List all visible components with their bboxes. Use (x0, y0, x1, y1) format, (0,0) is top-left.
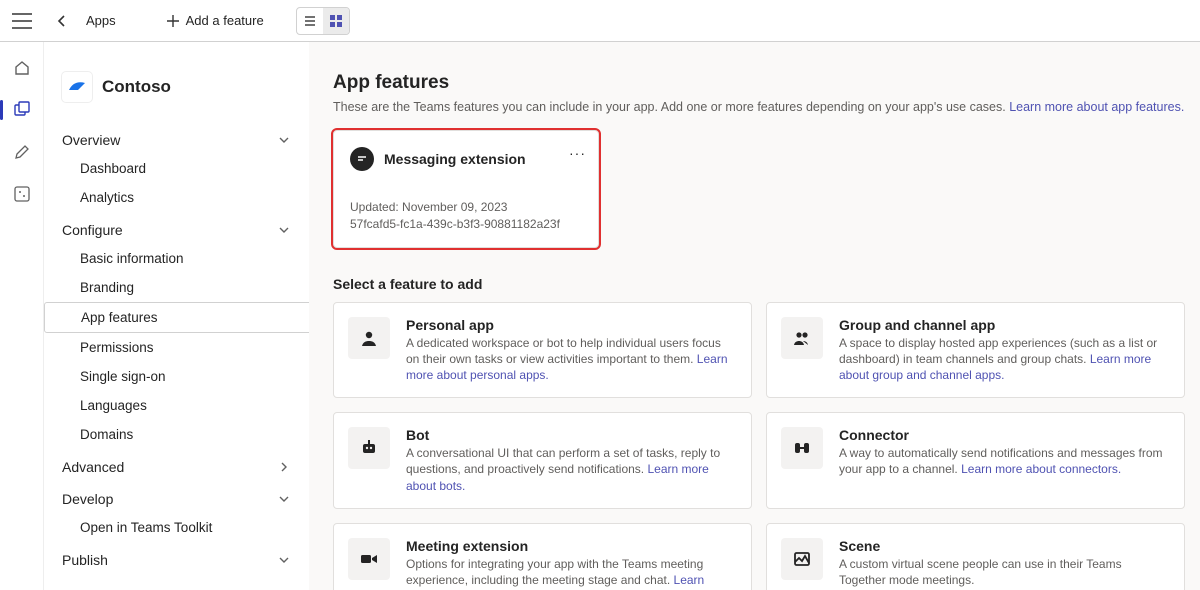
sidebar-item-permissions[interactable]: Permissions (44, 333, 309, 362)
home-icon (13, 59, 31, 77)
existing-feature-card[interactable]: Messaging extension ··· Updated: Novembe… (333, 130, 599, 248)
org-name: Contoso (102, 77, 171, 97)
breadcrumb-apps[interactable]: Apps (80, 13, 122, 28)
feature-title: Scene (839, 538, 1166, 554)
section-configure-label: Configure (62, 222, 123, 238)
chevron-down-icon (277, 133, 291, 147)
rail-edit[interactable] (10, 140, 34, 164)
sidebar-item-open-in-toolkit[interactable]: Open in Teams Toolkit (44, 513, 309, 542)
feature-title: Bot (406, 427, 733, 443)
grid-icon (329, 14, 343, 28)
learn-more-connectors-link[interactable]: Learn more about connectors. (961, 462, 1121, 476)
rail-home[interactable] (10, 56, 34, 80)
section-overview-label: Overview (62, 132, 120, 148)
feature-scene[interactable]: Scene A custom virtual scene people can … (766, 523, 1185, 590)
section-advanced-label: Advanced (62, 459, 124, 475)
chevron-down-icon (277, 492, 291, 506)
page-subtitle: These are the Teams features you can inc… (333, 100, 1185, 114)
top-bar: Apps Add a feature (0, 0, 1200, 42)
section-publish[interactable]: Publish (44, 542, 309, 574)
add-feature-label: Add a feature (186, 13, 264, 28)
feature-desc: A custom virtual scene people can use in… (839, 557, 1122, 587)
tools-icon (13, 185, 31, 203)
section-configure[interactable]: Configure (44, 212, 309, 244)
section-develop-label: Develop (62, 491, 113, 507)
sidebar-item-languages[interactable]: Languages (44, 391, 309, 420)
sidebar-item-branding[interactable]: Branding (44, 273, 309, 302)
sidebar-item-app-features[interactable]: App features (44, 302, 309, 333)
page-subtitle-text: These are the Teams features you can inc… (333, 100, 1009, 114)
sidebar: Contoso Overview Dashboard Analytics Con… (44, 42, 309, 590)
chevron-right-icon (277, 460, 291, 474)
feature-bot[interactable]: Bot A conversational UI that can perform… (333, 412, 752, 509)
more-button[interactable]: ··· (569, 145, 586, 161)
feature-title: Meeting extension (406, 538, 733, 554)
feature-grid: Personal app A dedicated workspace or bo… (333, 302, 1185, 590)
feature-title: Connector (839, 427, 1166, 443)
feature-meeting-extension[interactable]: Meeting extension Options for integratin… (333, 523, 752, 590)
chevron-down-icon (277, 553, 291, 567)
sidebar-item-basic-information[interactable]: Basic information (44, 244, 309, 273)
feature-title: Personal app (406, 317, 733, 333)
add-feature-button[interactable]: Add a feature (156, 9, 274, 32)
existing-id: 57fcafd5-fc1a-439c-b3f3-90881182a23f (350, 216, 582, 233)
org-header: Contoso (44, 72, 309, 102)
section-develop[interactable]: Develop (44, 481, 309, 513)
grid-view-button[interactable] (323, 8, 349, 34)
plus-icon (166, 14, 180, 28)
person-icon (348, 317, 390, 359)
feature-personal-app[interactable]: Personal app A dedicated workspace or bo… (333, 302, 752, 399)
view-toggle (296, 7, 350, 35)
feature-title: Group and channel app (839, 317, 1166, 333)
page-title: App features (333, 72, 1185, 94)
main-content: App features These are the Teams feature… (309, 42, 1200, 590)
list-icon (303, 14, 317, 28)
sidebar-item-dashboard[interactable]: Dashboard (44, 154, 309, 183)
select-feature-heading: Select a feature to add (333, 276, 1185, 292)
org-logo (62, 72, 92, 102)
meeting-icon (348, 538, 390, 580)
section-publish-label: Publish (62, 552, 108, 568)
rail-tools[interactable] (10, 182, 34, 206)
sidebar-item-domains[interactable]: Domains (44, 420, 309, 449)
chevron-down-icon (277, 223, 291, 237)
hamburger-icon[interactable] (12, 13, 32, 29)
existing-updated: Updated: November 09, 2023 (350, 199, 582, 216)
app-rail (0, 42, 44, 590)
sidebar-item-analytics[interactable]: Analytics (44, 183, 309, 212)
messaging-extension-icon (350, 147, 374, 171)
scene-icon (781, 538, 823, 580)
list-view-button[interactable] (297, 8, 323, 34)
people-icon (781, 317, 823, 359)
section-overview[interactable]: Overview (44, 122, 309, 154)
sidebar-item-sso[interactable]: Single sign-on (44, 362, 309, 391)
existing-feature-name: Messaging extension (384, 151, 526, 167)
feature-desc: Options for integrating your app with th… (406, 557, 703, 587)
feature-group-channel-app[interactable]: Group and channel app A space to display… (766, 302, 1185, 399)
section-advanced[interactable]: Advanced (44, 449, 309, 481)
feature-desc: A dedicated workspace or bot to help ind… (406, 336, 721, 366)
connector-icon (781, 427, 823, 469)
pencil-icon (13, 143, 31, 161)
bot-icon (348, 427, 390, 469)
learn-more-app-features-link[interactable]: Learn more about app features. (1009, 100, 1184, 114)
rail-apps[interactable] (10, 98, 34, 122)
apps-icon (13, 101, 31, 119)
swoosh-icon (66, 76, 88, 98)
feature-connector[interactable]: Connector A way to automatically send no… (766, 412, 1185, 509)
back-button[interactable] (48, 7, 76, 35)
